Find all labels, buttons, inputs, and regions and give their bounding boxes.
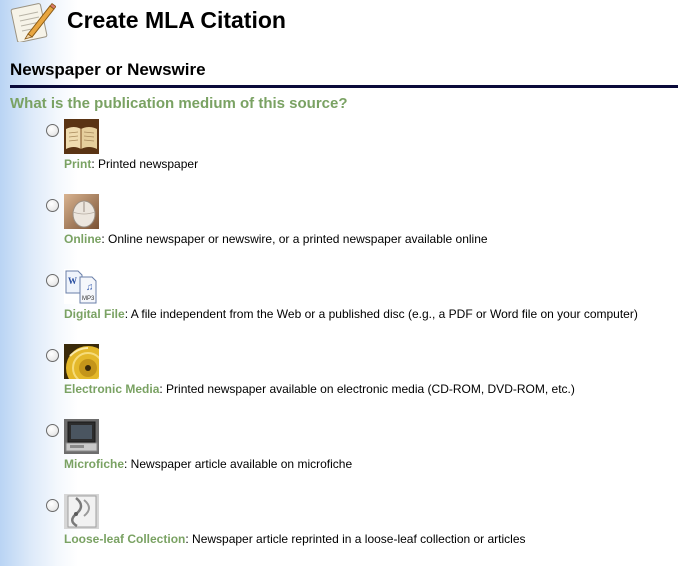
option-microfiche[interactable]: Microfiche: Newspaper article available … xyxy=(0,419,678,491)
option-description: : Newspaper article reprinted in a loose… xyxy=(185,532,526,546)
option-text: Online: Online newspaper or newswire, or… xyxy=(64,232,488,246)
option-text: Electronic Media: Printed newspaper avai… xyxy=(64,382,575,396)
digital-file-icon: W ♫ MP3 xyxy=(64,269,99,304)
option-label[interactable]: Print xyxy=(64,157,91,171)
radio-online[interactable] xyxy=(46,199,59,212)
option-digital-file[interactable]: W ♫ MP3 Digital File: A file independent… xyxy=(0,269,678,341)
svg-text:MP3: MP3 xyxy=(82,296,95,302)
svg-text:W: W xyxy=(68,276,77,286)
option-text: Print: Printed newspaper xyxy=(64,157,198,171)
computer-mouse-icon xyxy=(64,194,99,229)
open-book-icon xyxy=(64,119,99,154)
section-title: Newspaper or Newswire xyxy=(10,60,206,79)
radio-electronic-media[interactable] xyxy=(46,349,59,362)
section-divider xyxy=(10,85,678,88)
pencil-on-notepad-icon xyxy=(8,0,57,43)
option-label[interactable]: Digital File xyxy=(64,307,125,321)
option-print[interactable]: Print: Printed newspaper xyxy=(0,119,678,191)
option-description: : Newspaper article available on microfi… xyxy=(124,457,353,471)
question-prompt: What is the publication medium of this s… xyxy=(10,95,348,112)
option-label[interactable]: Online xyxy=(64,232,101,246)
cd-disc-icon xyxy=(64,344,99,379)
option-description: : A file independent from the Web or a p… xyxy=(124,307,638,321)
option-online[interactable]: Online: Online newspaper or newswire, or… xyxy=(0,194,678,266)
option-text: Loose-leaf Collection: Newspaper article… xyxy=(64,532,526,546)
option-description: : Printed newspaper available on electro… xyxy=(159,382,575,396)
svg-text:♫: ♫ xyxy=(86,282,94,293)
option-text: Digital File: A file independent from th… xyxy=(64,307,638,321)
option-label[interactable]: Loose-leaf Collection xyxy=(64,532,185,546)
radio-microfiche[interactable] xyxy=(46,424,59,437)
option-loose-leaf-collection[interactable]: Loose-leaf Collection: Newspaper article… xyxy=(0,494,678,566)
option-text: Microfiche: Newspaper article available … xyxy=(64,457,352,471)
radio-print[interactable] xyxy=(46,124,59,137)
radio-loose-leaf-collection[interactable] xyxy=(46,499,59,512)
microfiche-reader-icon xyxy=(64,419,99,454)
option-label[interactable]: Electronic Media xyxy=(64,382,159,396)
option-description: : Printed newspaper xyxy=(91,157,199,171)
app-title: Create MLA Citation xyxy=(67,7,286,33)
option-electronic-media[interactable]: Electronic Media: Printed newspaper avai… xyxy=(0,344,678,416)
option-label[interactable]: Microfiche xyxy=(64,457,124,471)
radio-digital-file[interactable] xyxy=(46,274,59,287)
option-description: : Online newspaper or newswire, or a pri… xyxy=(101,232,488,246)
binder-ring-icon xyxy=(64,494,99,529)
